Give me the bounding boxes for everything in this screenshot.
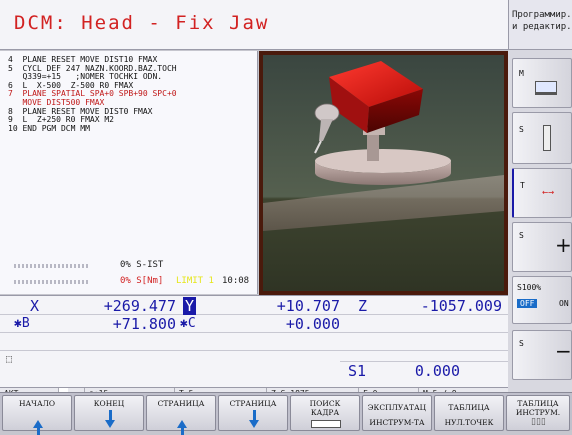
- softkey-label: КАДРА: [310, 408, 340, 417]
- softkey-page-down[interactable]: СТРАНИЦА: [218, 395, 288, 431]
- softkey-spindle-override[interactable]: S100% OFF ON: [512, 276, 572, 324]
- softkey-label: ИНСТРУМ-ТА: [369, 418, 425, 427]
- softkey-page-up[interactable]: СТРАНИЦА: [146, 395, 216, 435]
- axis-value-z: -1057.009: [420, 297, 502, 315]
- softkey-label: ТАБЛИЦА: [448, 403, 490, 412]
- program-line[interactable]: 10 END PGM DCM MM: [8, 124, 257, 134]
- axis-value-x: +269.477: [103, 297, 176, 315]
- m-key-label: M: [519, 69, 524, 78]
- s-minus-key-label: S: [519, 339, 524, 348]
- spindle-status-panel: 0% S-IST 0% S[Nm] LIMIT 1 10:08: [0, 256, 258, 294]
- axis-label-c: ✱C: [180, 316, 196, 331]
- softkey-label: НУЛ.ТОЧЕК: [444, 418, 494, 427]
- softkey-label: СТРАНИЦА: [157, 399, 205, 408]
- vertical-softkey-bar: M S T ←→ S + S100% OFF ON S −: [508, 50, 572, 393]
- s-plus-key-label: S: [519, 231, 524, 240]
- off-toggle[interactable]: OFF: [517, 299, 538, 308]
- tool-table-icon: ▯▯▯: [531, 417, 546, 427]
- softkey-label: ПОИСК: [309, 399, 341, 408]
- position-row-2: ✱B +71.800 ✱C +0.000: [0, 315, 508, 333]
- block-search-icon: [311, 420, 341, 428]
- t-key-label: T: [520, 181, 525, 190]
- softkey-label: ЭКСПЛУАТАЦ: [367, 403, 427, 412]
- mode-line-1: Программир.: [512, 10, 572, 20]
- arrow-down-icon: [249, 410, 259, 428]
- clock: 10:08: [222, 276, 250, 286]
- softkey-s-plus[interactable]: S +: [512, 222, 572, 272]
- 3d-scene: [263, 55, 504, 291]
- on-toggle[interactable]: ON: [559, 299, 569, 308]
- rotary-table-top: [315, 149, 451, 173]
- tool-change-icon: ←→: [542, 187, 555, 198]
- s-nm-bargraph: [14, 280, 90, 284]
- softkey-tool-table[interactable]: ТАБЛИЦА ИНСТРУМ. ▯▯▯: [506, 395, 570, 431]
- softkey-m-function[interactable]: M: [512, 58, 572, 108]
- softkey-datum-table[interactable]: ТАБЛИЦА НУЛ.ТОЧЕК: [434, 395, 504, 431]
- collision-monitor-viewport[interactable]: [259, 51, 508, 295]
- softkey-s-minus[interactable]: S −: [512, 330, 572, 380]
- axis-value-c: +0.000: [285, 315, 340, 333]
- header-bar: DCM: Head - Fix Jaw: [0, 0, 508, 50]
- s-key-label: S: [519, 125, 524, 134]
- softkey-label: СТРАНИЦА: [229, 399, 277, 408]
- spindle-label: S1: [348, 362, 367, 380]
- machine-icon: [535, 81, 557, 95]
- spindle-position-row: S1 0.000: [340, 361, 508, 380]
- horizontal-softkey-bar: НАЧАЛО КОНЕЦ СТРАНИЦА СТРАНИЦА ПОИСК КАД…: [0, 392, 572, 435]
- axis-value-b: +71.800: [112, 315, 176, 333]
- s-ist-readout: 0% S-IST: [120, 260, 164, 270]
- spindle-value: 0.000: [414, 362, 460, 380]
- softkey-label: ИНСТРУМ.: [515, 408, 561, 417]
- program-listing[interactable]: 4 PLANE RESET MOVE DIST10 FMAX 5 CYCL DE…: [0, 51, 258, 256]
- softkey-block-search[interactable]: ПОИСК КАДРА: [290, 395, 360, 431]
- arrow-up-icon: [177, 420, 187, 435]
- axis-value-y: +10.707: [276, 297, 340, 315]
- axis-label-b: ✱B: [14, 316, 30, 331]
- softkey-t-tool[interactable]: T ←→: [512, 168, 572, 218]
- axis-label-z: Z: [358, 297, 368, 315]
- softkey-begin[interactable]: НАЧАЛО: [2, 395, 72, 435]
- override-label: S100%: [517, 283, 542, 292]
- softkey-s-spindle[interactable]: S: [512, 112, 572, 164]
- position-row-1: X +269.477 Y +10.707 Z -1057.009: [0, 297, 508, 315]
- plus-icon: +: [555, 233, 572, 257]
- mode-line-2: и редактир.: [512, 22, 572, 32]
- arrow-down-icon: [105, 410, 115, 428]
- axis-label-x: X: [30, 297, 40, 315]
- softkey-label: ТАБЛИЦА: [517, 399, 559, 408]
- program-title: DCM: Head - Fix Jaw: [14, 12, 270, 34]
- minus-icon: −: [555, 339, 572, 363]
- softkey-tool-usage[interactable]: ЭКСПЛУАТАЦ ИНСТРУМ-ТА: [362, 395, 432, 431]
- fixture-post: [367, 131, 379, 161]
- arrow-up-icon: [33, 420, 43, 435]
- cutting-tool: [314, 140, 322, 154]
- machine-head-render: [263, 61, 504, 231]
- softkey-label: КОНЕЦ: [93, 399, 125, 408]
- tool-holder: [319, 119, 333, 141]
- softkey-end[interactable]: КОНЕЦ: [74, 395, 144, 431]
- softkey-label: НАЧАЛО: [18, 399, 56, 408]
- s-ist-bargraph: [14, 264, 90, 268]
- manual-tool-icon: ⬚: [6, 354, 13, 365]
- axis-label-y-selected[interactable]: Y: [183, 297, 197, 315]
- s-nm-readout: 0% S[Nm]: [120, 276, 164, 286]
- position-display: X +269.477 Y +10.707 Z -1057.009 ✱B +71.…: [0, 295, 508, 387]
- limit-indicator: LIMIT 1: [176, 276, 214, 286]
- spindle-icon: [543, 125, 551, 151]
- position-row-3: [0, 333, 508, 351]
- operating-mode-indicator: Программир. и редактир.: [508, 0, 572, 50]
